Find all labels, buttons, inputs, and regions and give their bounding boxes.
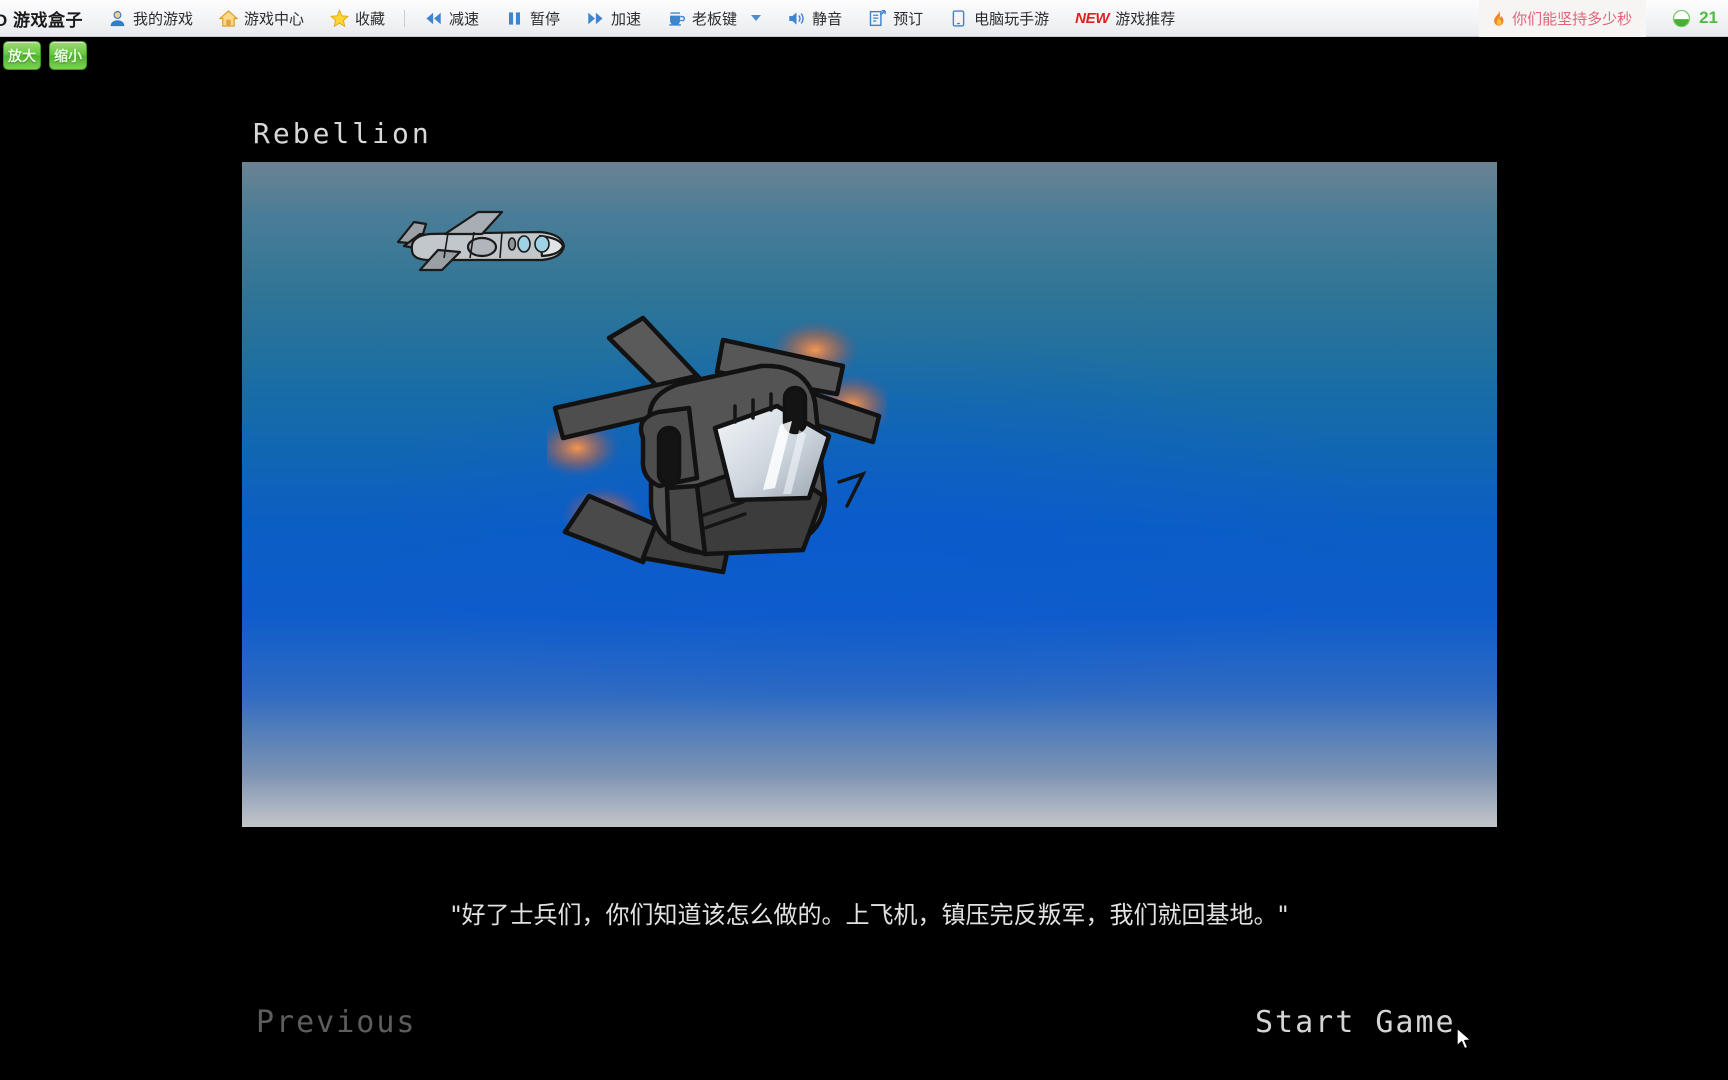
zoom-controls: 放大 缩小 <box>3 41 87 70</box>
toolbar-item-favorites[interactable]: 收藏 <box>317 0 398 37</box>
toolbar-status[interactable]: 21 <box>1646 0 1728 37</box>
pause-icon <box>509 11 521 25</box>
toolbar-label: 电脑玩手游 <box>974 10 1050 28</box>
flame-icon <box>1494 9 1504 26</box>
toolbar-item-pause[interactable]: 暂停 <box>492 0 573 37</box>
toolbar-item-recommendations[interactable]: NEW 游戏推荐 <box>1062 0 1188 37</box>
toolbar-label: 暂停 <box>530 10 561 28</box>
speaker-icon <box>789 11 804 25</box>
toolbar-label: 加速 <box>611 10 642 28</box>
promo-label: 你们能坚持多少秒 <box>1512 10 1633 28</box>
booking-icon <box>869 9 886 26</box>
dialogue-text: "好了士兵们，你们知道该怎么做的。上飞机，镇压完反叛军，我们就回基地。" <box>450 901 1289 929</box>
toolbar-label: 静音 <box>812 10 843 28</box>
toolbar-item-boss-key[interactable]: 老板键 <box>654 0 774 37</box>
coffee-cup-icon <box>669 11 686 26</box>
chevron-down-icon[interactable] <box>751 15 762 21</box>
phone-icon <box>952 9 965 27</box>
app-logo[interactable]: O 游戏盒子 <box>0 6 95 31</box>
game-stage: Rebellion "好了士兵们，你们知道该怎么做的。上飞机，镇压完反叛军，我们… <box>0 37 1728 1080</box>
toolbar-label: 收藏 <box>354 10 385 28</box>
status-count: 21 <box>1699 8 1718 27</box>
toolbar-label: 我的游戏 <box>132 10 193 28</box>
toolbar-label: 游戏中心 <box>243 10 304 28</box>
user-icon <box>110 10 125 26</box>
toolbar-label: 预订 <box>893 10 924 28</box>
zoom-in-button[interactable]: 放大 <box>3 41 41 70</box>
green-gauge-icon <box>1672 9 1691 27</box>
previous-button[interactable]: Previous <box>256 1005 417 1040</box>
game-scene-artwork <box>242 162 1497 827</box>
star-icon <box>329 8 349 27</box>
toolbar-label: 减速 <box>449 10 480 28</box>
toolbar-item-speed-up[interactable]: 加速 <box>573 0 654 37</box>
game-title: Rebellion <box>253 117 432 150</box>
toolbar-label: 游戏推荐 <box>1115 10 1176 28</box>
mouse-cursor-icon <box>1456 1027 1472 1050</box>
toolbar-item-mobile-games[interactable]: 电脑玩手游 <box>936 0 1062 37</box>
toolbar-divider <box>404 9 405 27</box>
toolbar-item-booking[interactable]: 预订 <box>855 0 936 37</box>
toolbar-label: 老板键 <box>692 10 738 28</box>
toolbar-promo[interactable]: 你们能坚持多少秒 <box>1479 0 1647 37</box>
rewind-icon <box>426 12 441 24</box>
toolbar-item-my-games[interactable]: 我的游戏 <box>95 0 206 37</box>
toolbar-item-mute[interactable]: 静音 <box>774 0 855 37</box>
fastforward-icon <box>588 12 603 24</box>
toolbar-item-game-center[interactable]: 游戏中心 <box>206 0 317 37</box>
cargo-plane-illustration <box>396 210 566 272</box>
new-badge: NEW <box>1075 9 1110 27</box>
zoom-out-button[interactable]: 缩小 <box>49 41 87 70</box>
app-toolbar: O 游戏盒子 我的游戏 游戏中心 收藏 减速 暂停 加速 老板键 静音 预订 电… <box>0 0 1728 37</box>
toolbar-item-slow-down[interactable]: 减速 <box>411 0 492 37</box>
home-icon <box>218 9 238 27</box>
start-game-button[interactable]: Start Game <box>1255 1005 1456 1040</box>
gunship-illustration <box>547 315 887 575</box>
